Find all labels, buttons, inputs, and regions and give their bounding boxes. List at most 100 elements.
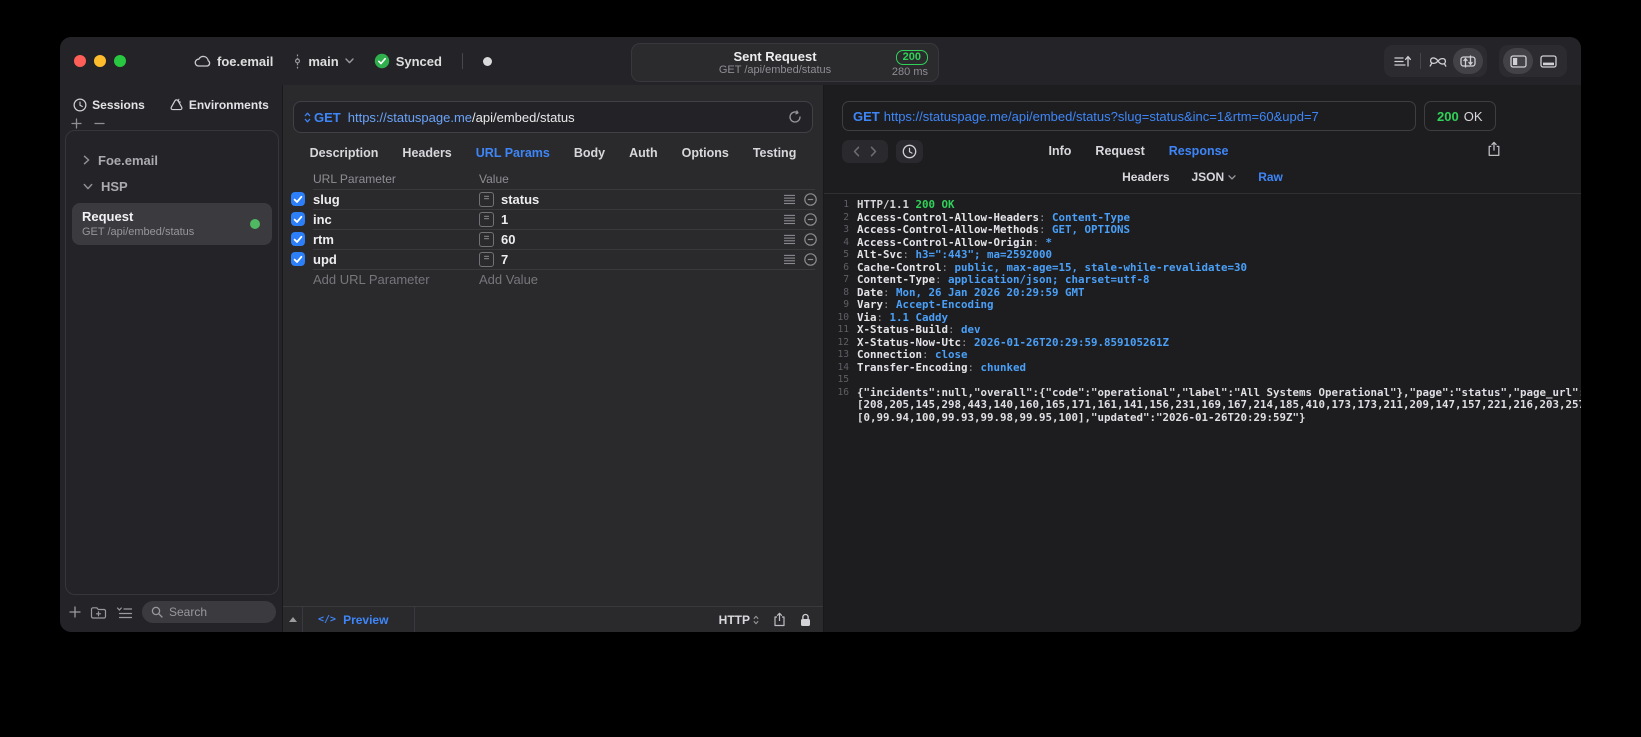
tab-options[interactable]: Options	[682, 146, 729, 160]
reorder-handle-icon[interactable]	[783, 254, 796, 265]
add-value-placeholder[interactable]: Add Value	[479, 272, 538, 287]
branch-name: main	[308, 53, 339, 69]
subtab-json[interactable]: JSON	[1192, 170, 1237, 184]
url-param-row[interactable]: rtm = 60	[283, 229, 823, 249]
remove-param-button[interactable]	[804, 232, 817, 246]
tree-item-hsp[interactable]: HSP	[66, 173, 278, 199]
transfer-panel-button[interactable]	[1453, 48, 1483, 74]
titlebar: foe.email main Synced Sent Request GET /…	[60, 37, 1581, 85]
preview-button[interactable]: </> Preview	[303, 607, 415, 632]
updown-arrows-icon	[304, 112, 311, 123]
equals-icon[interactable]: =	[479, 211, 494, 227]
request-list-item[interactable]: Request GET /api/embed/status	[72, 203, 272, 245]
reorder-handle-icon[interactable]	[783, 214, 796, 225]
share-button[interactable]	[773, 612, 786, 627]
export-response-button[interactable]	[1487, 141, 1501, 157]
method-selector[interactable]: GET	[304, 110, 341, 125]
url-param-row[interactable]: upd = 7	[283, 249, 823, 269]
tab-request[interactable]: Request	[1095, 144, 1144, 158]
layout-toggle-group	[1499, 45, 1567, 77]
line-content: Vary: Accept-Encoding	[857, 298, 994, 311]
subtab-raw[interactable]: Raw	[1258, 170, 1283, 184]
minimize-window-button[interactable]	[94, 55, 106, 67]
sessions-tab-label: Sessions	[92, 98, 145, 112]
zoom-window-button[interactable]	[114, 55, 126, 67]
reorder-handle-icon[interactable]	[783, 194, 796, 205]
remove-param-button[interactable]	[804, 252, 817, 266]
chevron-down-icon	[1228, 175, 1236, 180]
tab-url-params[interactable]: URL Params	[476, 146, 550, 160]
add-param-row[interactable]: Add URL Parameter Add Value	[283, 269, 823, 289]
remove-session-button[interactable]	[94, 118, 105, 129]
line-number: 5	[843, 249, 849, 260]
close-window-button[interactable]	[74, 55, 86, 67]
param-enabled-checkbox[interactable]	[291, 252, 305, 266]
lock-icon[interactable]	[800, 613, 811, 627]
equals-icon[interactable]: =	[479, 251, 494, 267]
sent-request-pill[interactable]: Sent Request GET /api/embed/status 200 2…	[631, 43, 939, 82]
app-window: foe.email main Synced Sent Request GET /…	[60, 37, 1581, 632]
new-folder-button[interactable]	[90, 606, 107, 619]
request-url-input[interactable]: GET https://statuspage.me/api/embed/stat…	[293, 101, 813, 133]
sync-status[interactable]: Synced	[374, 53, 442, 69]
tab-headers[interactable]: Headers	[402, 146, 451, 160]
tab-auth[interactable]: Auth	[629, 146, 657, 160]
url-param-row[interactable]: slug = status	[283, 189, 823, 209]
environments-icon	[169, 98, 184, 112]
loop-button[interactable]	[1423, 48, 1453, 74]
search-placeholder: Search	[169, 605, 208, 619]
reorder-handle-icon[interactable]	[783, 234, 796, 245]
tab-description[interactable]: Description	[310, 146, 379, 160]
column-header-value: Value	[479, 172, 509, 186]
param-value[interactable]: 60	[501, 232, 515, 247]
line-number: 9	[843, 299, 849, 310]
equals-icon[interactable]: =	[479, 191, 494, 207]
sent-request-url[interactable]: GET https://statuspage.me/api/embed/stat…	[842, 101, 1416, 131]
layout-bottom-panel-button[interactable]	[1533, 48, 1563, 74]
branch-selector[interactable]: main	[293, 53, 354, 69]
param-value[interactable]: 1	[501, 212, 508, 227]
sort-lines-button[interactable]	[1388, 48, 1418, 74]
transfer-arrows-icon	[1459, 54, 1477, 69]
param-enabled-checkbox[interactable]	[291, 212, 305, 226]
param-enabled-checkbox[interactable]	[291, 232, 305, 246]
search-input[interactable]: Search	[142, 601, 276, 623]
param-name[interactable]: upd	[313, 252, 479, 267]
request-status-dot	[250, 219, 260, 229]
add-parameter-placeholder[interactable]: Add URL Parameter	[313, 272, 479, 287]
remove-param-button[interactable]	[804, 192, 817, 206]
response-status-code: 200	[1437, 108, 1459, 124]
sidebar-tab-environments[interactable]: Environments	[169, 98, 269, 112]
git-branch-icon	[293, 54, 302, 69]
param-value[interactable]: 7	[501, 252, 508, 267]
param-name[interactable]: slug	[313, 192, 479, 207]
param-name[interactable]: rtm	[313, 232, 479, 247]
tab-response[interactable]: Response	[1169, 144, 1229, 158]
updown-arrows-icon	[753, 615, 759, 625]
layout-sidebar-button[interactable]	[1503, 48, 1533, 74]
equals-icon[interactable]: =	[479, 231, 494, 247]
line-number: 13	[837, 349, 849, 360]
param-enabled-checkbox[interactable]	[291, 192, 305, 206]
tab-info[interactable]: Info	[1049, 144, 1072, 158]
protocol-selector[interactable]: HTTP	[719, 613, 759, 627]
sessions-panel: Foe.email HSP Request GET /api/embed/sta…	[65, 130, 279, 595]
collapse-panel-button[interactable]	[283, 607, 303, 632]
add-request-button[interactable]	[69, 606, 81, 618]
list-options-button[interactable]	[116, 606, 133, 619]
status-code-badge: 200	[895, 50, 928, 65]
url-param-row[interactable]: inc = 1	[283, 209, 823, 229]
tree-item-foe-email[interactable]: Foe.email	[66, 147, 278, 173]
tab-testing[interactable]: Testing	[753, 146, 797, 160]
sidebar-tab-sessions[interactable]: Sessions	[73, 98, 145, 112]
remove-param-button[interactable]	[804, 212, 817, 226]
tab-body[interactable]: Body	[574, 146, 605, 160]
cloud-project-button[interactable]: foe.email	[194, 54, 273, 69]
param-name[interactable]: inc	[313, 212, 479, 227]
line-number: 1	[843, 199, 849, 210]
subtab-headers[interactable]: Headers	[1122, 170, 1169, 184]
add-session-button[interactable]	[71, 118, 82, 129]
resend-button[interactable]	[788, 110, 802, 124]
chevron-right-icon	[83, 155, 90, 165]
param-value[interactable]: status	[501, 192, 539, 207]
